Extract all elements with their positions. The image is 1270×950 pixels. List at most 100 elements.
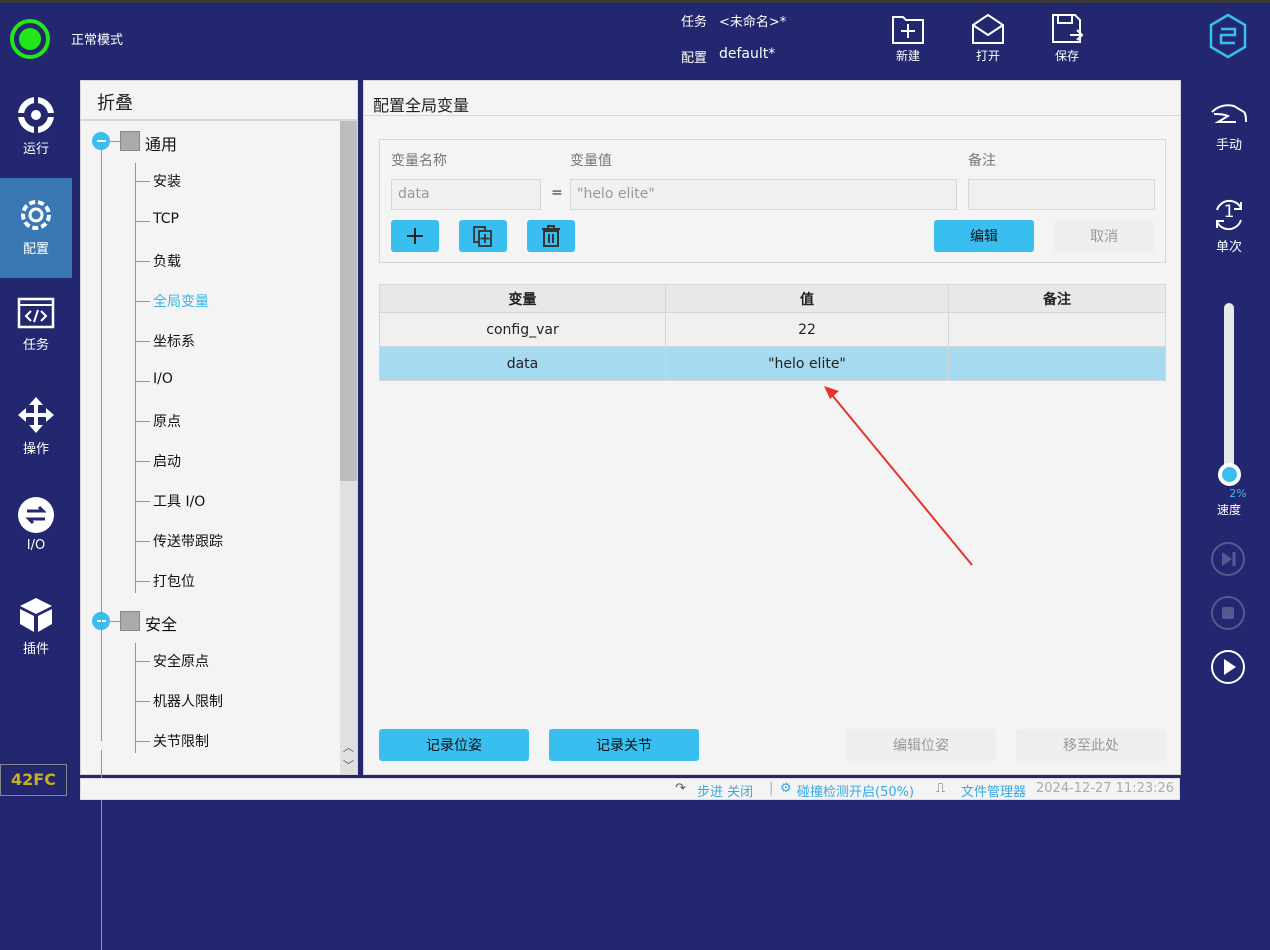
value-label: 变量值 [570, 153, 612, 169]
move-here-button[interactable]: 移至此处 [1016, 729, 1166, 761]
equals-sign: = [551, 185, 563, 201]
manual-mode-button[interactable]: 手动 [1188, 102, 1270, 153]
hand-icon [1211, 104, 1247, 123]
add-button[interactable] [391, 220, 439, 252]
open-envelope-icon [972, 13, 1004, 44]
tree-scrollbar[interactable]: ︿ ﹀ [340, 121, 357, 774]
edit-pose-button[interactable]: 编辑位姿 [846, 729, 996, 761]
nav-run[interactable]: 运行 [0, 78, 72, 178]
right-bar: 手动 1 单次 2% 速度 [1188, 78, 1270, 805]
nav-task-label: 任务 [22, 338, 49, 353]
cell-variable: config_var [379, 312, 666, 347]
scroll-up-icon[interactable]: ︿ [340, 739, 357, 756]
nav-plugin[interactable]: 插件 [0, 578, 72, 678]
config-value: default* [719, 46, 776, 62]
nav-io[interactable]: I/O [0, 478, 72, 578]
divider [364, 115, 1180, 116]
edit-button[interactable]: 编辑 [934, 220, 1034, 252]
col-header-value[interactable]: 值 [665, 284, 949, 313]
new-folder-icon [892, 16, 924, 44]
tree-group[interactable]: 通用 [145, 131, 177, 155]
step-status[interactable]: 步进 关闭 [697, 781, 753, 800]
tree-item[interactable]: 坐标系 [153, 331, 195, 351]
tree-item[interactable]: 全局变量 [153, 291, 209, 311]
nav-config[interactable]: 配置 [0, 178, 72, 278]
nav-operate[interactable]: 操作 [0, 378, 72, 478]
config-label: 配置 [681, 51, 708, 66]
variable-value-input[interactable]: "helo elite" [570, 179, 957, 210]
variables-table: 变量 值 备注 config_var 22 data "helo elite" [379, 284, 1166, 381]
nav-config-label: 配置 [22, 242, 49, 257]
play-icon[interactable] [1210, 649, 1246, 685]
cube-icon [20, 598, 52, 632]
tree-item[interactable]: I/O [153, 371, 173, 387]
status-indicator-icon [10, 19, 50, 59]
single-label: 单次 [1215, 240, 1242, 255]
new-label: 新建 [895, 49, 920, 63]
open-button[interactable]: 打开 [958, 13, 1018, 64]
nav-run-label: 运行 [22, 142, 49, 157]
page-title: 配置全局变量 [373, 96, 470, 115]
save-button[interactable]: 保存 [1037, 13, 1097, 64]
mode-label: 正常模式 [71, 33, 124, 48]
name-label: 变量名称 [391, 153, 447, 169]
cell-note [948, 346, 1166, 381]
save-icon [1052, 14, 1084, 43]
safety-shield-icon [120, 611, 140, 631]
cancel-button[interactable]: 取消 [1054, 220, 1154, 252]
scroll-down-icon[interactable]: ﹀ [340, 757, 357, 774]
gear-icon [21, 200, 51, 230]
global-variables-panel: 配置全局变量 变量名称 变量值 备注 data = "helo elite" 编… [363, 80, 1181, 775]
collision-icon: ⚙ [780, 781, 792, 796]
tree-item[interactable]: 负载 [153, 251, 181, 271]
move-icon [18, 397, 54, 433]
delete-button[interactable] [527, 220, 575, 252]
manual-label: 手动 [1215, 138, 1242, 153]
tree-item[interactable]: 安全原点 [153, 651, 209, 671]
copy-icon [473, 226, 492, 247]
new-button[interactable]: 新建 [878, 13, 938, 64]
collapse-toggle-icon[interactable] [92, 132, 110, 150]
nav-task[interactable]: 任务 [0, 278, 72, 378]
task-value: <未命名>* [719, 15, 787, 30]
scrollbar-thumb[interactable] [340, 121, 357, 481]
collapse-header[interactable]: 折叠 [81, 81, 357, 121]
version-badge: 42FC [0, 764, 67, 796]
save-label: 保存 [1054, 49, 1079, 63]
stop-icon[interactable] [1210, 595, 1246, 631]
plus-icon [407, 228, 423, 244]
variable-note-input[interactable] [968, 179, 1155, 210]
cell-value: 22 [665, 312, 949, 347]
note-label: 备注 [968, 153, 996, 169]
tree-item[interactable]: TCP [153, 211, 179, 227]
step-icon: ↷ [675, 781, 686, 796]
table-row-selected[interactable]: data "helo elite" [379, 346, 1166, 381]
nav-io-label: I/O [26, 538, 46, 553]
single-cycle-button[interactable]: 1 单次 [1188, 198, 1270, 255]
tree-item[interactable]: 传送带跟踪 [153, 531, 223, 551]
tree-item[interactable]: 打包位 [153, 571, 195, 591]
speed-slider-handle[interactable] [1218, 463, 1241, 486]
table-row[interactable]: config_var 22 [379, 312, 1166, 347]
duplicate-button[interactable] [459, 220, 507, 252]
record-joint-button[interactable]: 记录关节 [549, 729, 699, 761]
variable-name-input[interactable]: data [391, 179, 541, 210]
col-header-note[interactable]: 备注 [948, 284, 1166, 313]
tree-item[interactable]: 关节限制 [153, 731, 209, 751]
tree-item[interactable]: 安装 [153, 171, 181, 191]
config-tree-panel: 折叠 通用安装 TCP 负载全局变量坐标系 I/O 原点启动工具 I/O 传送带跟踪打包位… [80, 80, 358, 950]
code-icon [17, 297, 55, 329]
tree-item[interactable]: 机器人限制 [153, 691, 223, 711]
tree-item[interactable]: 启动 [153, 451, 181, 471]
tree-group[interactable]: 安全 [145, 611, 177, 635]
record-pose-button[interactable]: 记录位姿 [379, 729, 529, 761]
col-header-variable[interactable]: 变量 [379, 284, 666, 313]
step-forward-icon[interactable] [1210, 541, 1246, 577]
tree-item[interactable]: 原点 [153, 411, 181, 431]
run-icon [17, 96, 55, 134]
file-manager-link[interactable]: 文件管理器 [961, 781, 1026, 800]
speed-slider[interactable] [1224, 303, 1234, 475]
status-bar: ↷ 步进 关闭 | ⚙ 碰撞检测开启(50%) ⎍ 文件管理器 2024-12-… [80, 778, 1180, 800]
tree-item[interactable]: 工具 I/O [153, 491, 205, 511]
collision-status[interactable]: 碰撞检测开启(50%) [797, 781, 914, 800]
